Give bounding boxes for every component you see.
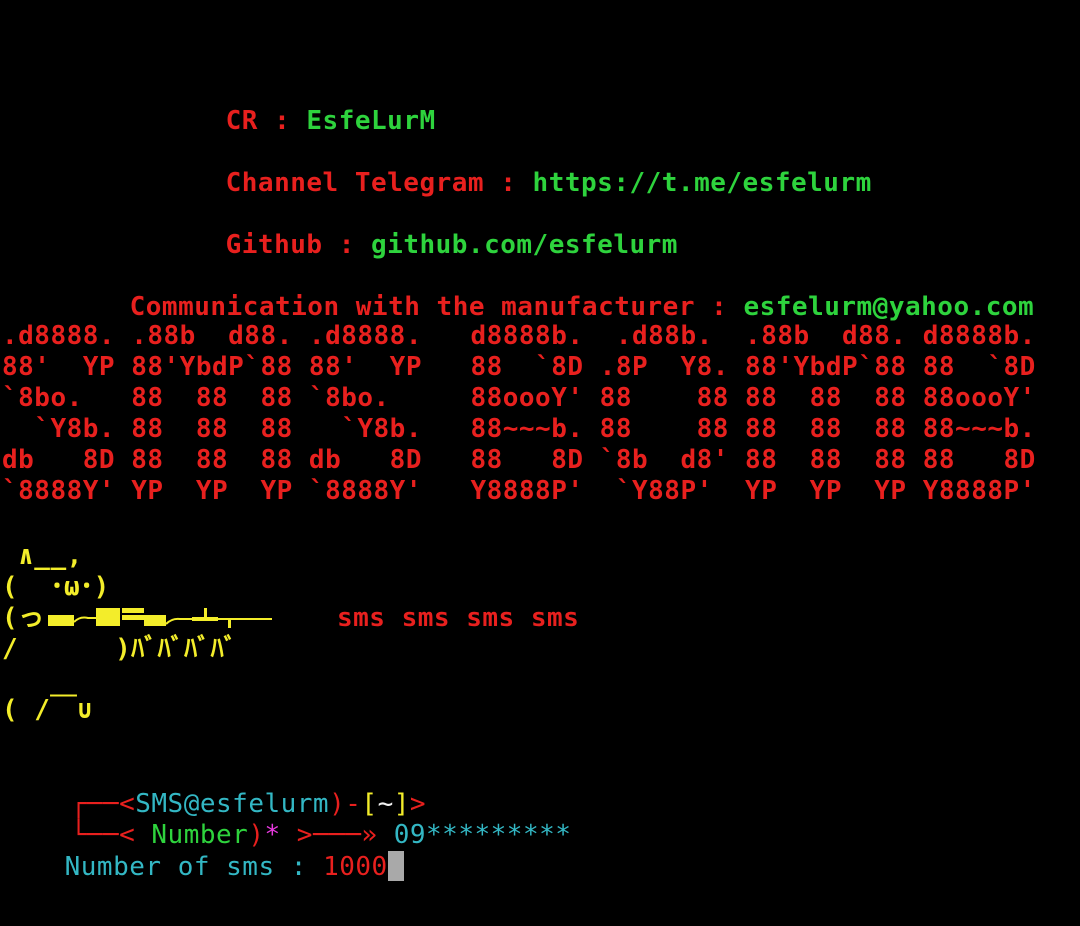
telegram-link[interactable]: https://t.me/esfelurm	[533, 168, 872, 198]
banner-row: .d8888. .88b d88. .d8888. d8888b. .d88b.…	[2, 321, 1036, 351]
cat-art-line-2: ( ･ω･)	[2, 572, 110, 602]
github-link[interactable]: github.com/esfelurm	[371, 230, 678, 260]
terminal-window[interactable]: CR : EsfeLurM Channel Telegram : https:/…	[0, 0, 1080, 926]
sms-count-input[interactable]: 1000	[323, 852, 388, 882]
sms-count-label: Number of sms :	[64, 852, 324, 882]
sms-spam-text: sms sms sms sms	[337, 603, 580, 633]
banner-row: `8888Y' YP YP YP `8888Y' Y8888P' `Y88P' …	[2, 476, 1036, 506]
credit-label: CR :	[225, 106, 307, 136]
ascii-banner: .d8888. .88b d88. .d8888. d8888b. .d88b.…	[2, 321, 1036, 507]
phone-number-input[interactable]: 09*********	[378, 820, 572, 850]
banner-row: 88' YP 88'YbdP`88 88' YP 88 `8D .8P Y8. …	[2, 352, 1036, 382]
credit-value: EsfeLurM	[306, 106, 436, 136]
cat-art-line-3: (っ	[2, 603, 45, 633]
contact-label: Communication with the manufacturer :	[129, 292, 744, 322]
telegram-label: Channel Telegram :	[225, 168, 533, 198]
banner-row: `8bo. 88 88 88 `8bo. 88oooY' 88 88 88 88…	[2, 383, 1036, 413]
cat-art-line-1: ∧__,	[2, 541, 83, 571]
banner-row: `Y8b. 88 88 88 `Y8b. 88~~~b. 88 88 88 88…	[2, 414, 1036, 444]
contact-email[interactable]: esfelurm@yahoo.com	[743, 292, 1034, 322]
sms-count-line: Number of sms : 1000	[0, 820, 404, 914]
terminal-cursor[interactable]	[387, 851, 404, 881]
cat-art-line-4: / )ﾊﾞﾊﾞﾊﾞﾊﾞ	[2, 634, 238, 664]
github-label: Github :	[225, 230, 372, 260]
rifle-icon	[48, 608, 272, 628]
banner-row: db 8D 88 88 88 db 8D 88 8D `8b d8' 88 88…	[2, 445, 1036, 475]
cat-art-line-5: ( /￣∪	[2, 695, 94, 725]
